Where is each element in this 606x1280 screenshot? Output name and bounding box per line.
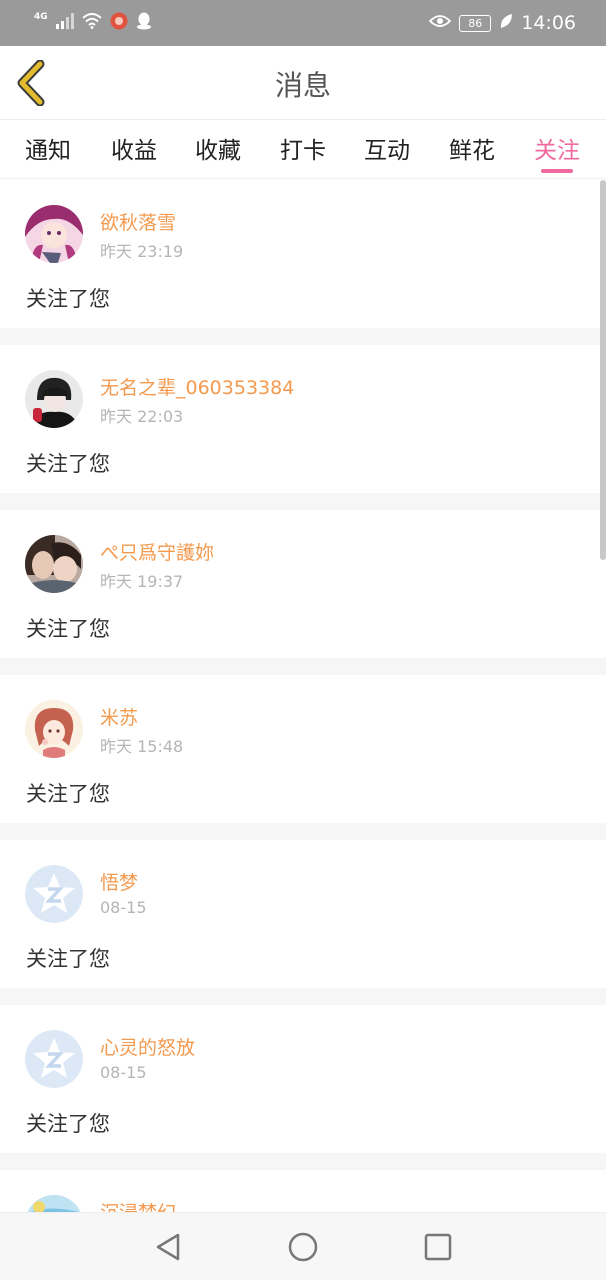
avatar[interactable] — [25, 700, 83, 758]
message-text: 关注了您 — [26, 782, 110, 806]
message-text: 关注了您 — [26, 452, 110, 476]
message-text: 关注了您 — [26, 1112, 110, 1136]
tab-flowers[interactable]: 鲜花 — [432, 131, 512, 175]
avatar[interactable] — [25, 1195, 83, 1212]
avatar[interactable] — [25, 535, 83, 593]
tab-checkin[interactable]: 打卡 — [263, 131, 343, 175]
username[interactable]: 心灵的怒放 — [100, 1033, 195, 1060]
timestamp: 08-15 — [100, 898, 147, 917]
leaf-icon — [499, 13, 513, 33]
username[interactable]: 无名之辈_060353384 — [100, 373, 294, 400]
username[interactable]: ぺ只爲守護妳 — [100, 538, 214, 565]
active-tab-indicator — [541, 169, 573, 173]
list-scrollbar[interactable] — [600, 180, 606, 560]
tab-label: 关注 — [534, 138, 580, 164]
timestamp: 08-15 — [100, 1063, 147, 1082]
follow-message-list[interactable]: 欲秋落雪 昨天 23:19 关注了您 无名之辈_060353384 昨天 22:… — [0, 180, 606, 1212]
timestamp: 昨天 19:37 — [100, 572, 184, 591]
avatar[interactable] — [25, 370, 83, 428]
tab-label: 鲜花 — [449, 138, 495, 164]
notification-app-icon — [110, 12, 128, 34]
list-item[interactable]: 心灵的怒放 08-15 关注了您 — [0, 1005, 606, 1153]
signal-icon — [55, 13, 74, 33]
nav-home-button[interactable] — [285, 1229, 321, 1265]
username[interactable]: 沉浸梦幻 — [100, 1198, 176, 1212]
tab-label: 互动 — [364, 138, 410, 164]
tab-notifications[interactable]: 通知 — [8, 131, 88, 175]
battery-indicator: 86 — [459, 14, 492, 32]
list-item[interactable]: 悟梦 08-15 关注了您 — [0, 840, 606, 988]
tab-interaction[interactable]: 互动 — [347, 131, 427, 175]
nav-recents-button[interactable] — [420, 1229, 456, 1265]
tab-label: 打卡 — [280, 138, 326, 164]
network-type: 4G — [34, 12, 48, 22]
page-title: 消息 — [274, 69, 331, 102]
tab-follows[interactable]: 关注 — [517, 131, 597, 175]
status-time: 14:06 — [521, 12, 576, 34]
wifi-icon — [81, 13, 102, 33]
back-triangle-icon — [156, 1233, 180, 1261]
default-star-avatar[interactable] — [25, 865, 83, 923]
default-star-avatar[interactable] — [25, 1030, 83, 1088]
username[interactable]: 欲秋落雪 — [100, 208, 176, 235]
message-text: 关注了您 — [26, 287, 110, 311]
system-navigation-bar — [0, 1212, 606, 1280]
list-item[interactable]: ぺ只爲守護妳 昨天 19:37 关注了您 — [0, 510, 606, 658]
list-item[interactable]: 沉浸梦幻 — [0, 1170, 606, 1212]
message-text: 关注了您 — [26, 617, 110, 641]
list-item[interactable]: 无名之辈_060353384 昨天 22:03 关注了您 — [0, 345, 606, 493]
timestamp: 昨天 15:48 — [100, 737, 184, 756]
eye-icon — [428, 13, 452, 33]
timestamp: 昨天 23:19 — [100, 242, 184, 261]
recents-square-icon — [424, 1233, 452, 1261]
list-item[interactable]: 欲秋落雪 昨天 23:19 关注了您 — [0, 180, 606, 328]
nav-back-button[interactable] — [150, 1229, 186, 1265]
app-header: 消息 — [0, 46, 606, 120]
username[interactable]: 米苏 — [100, 703, 138, 730]
tab-label: 收益 — [111, 138, 157, 164]
tab-label: 通知 — [25, 138, 71, 164]
list-item[interactable]: 米苏 昨天 15:48 关注了您 — [0, 675, 606, 823]
tab-label: 收藏 — [195, 138, 241, 164]
status-bar: 4G 86 14:06 — [0, 0, 606, 46]
avatar[interactable] — [25, 205, 83, 263]
home-circle-icon — [288, 1232, 318, 1262]
status-left: 4G — [34, 12, 152, 34]
tab-earnings[interactable]: 收益 — [94, 131, 174, 175]
username[interactable]: 悟梦 — [100, 868, 138, 895]
message-text: 关注了您 — [26, 947, 110, 971]
tab-favorites[interactable]: 收藏 — [178, 131, 258, 175]
qq-icon — [136, 12, 152, 34]
battery-level: 86 — [468, 16, 483, 30]
tab-bar: 通知 收益 收藏 打卡 互动 鲜花 关注 — [0, 121, 606, 179]
status-right: 86 14:06 — [428, 10, 576, 36]
timestamp: 昨天 22:03 — [100, 407, 184, 426]
